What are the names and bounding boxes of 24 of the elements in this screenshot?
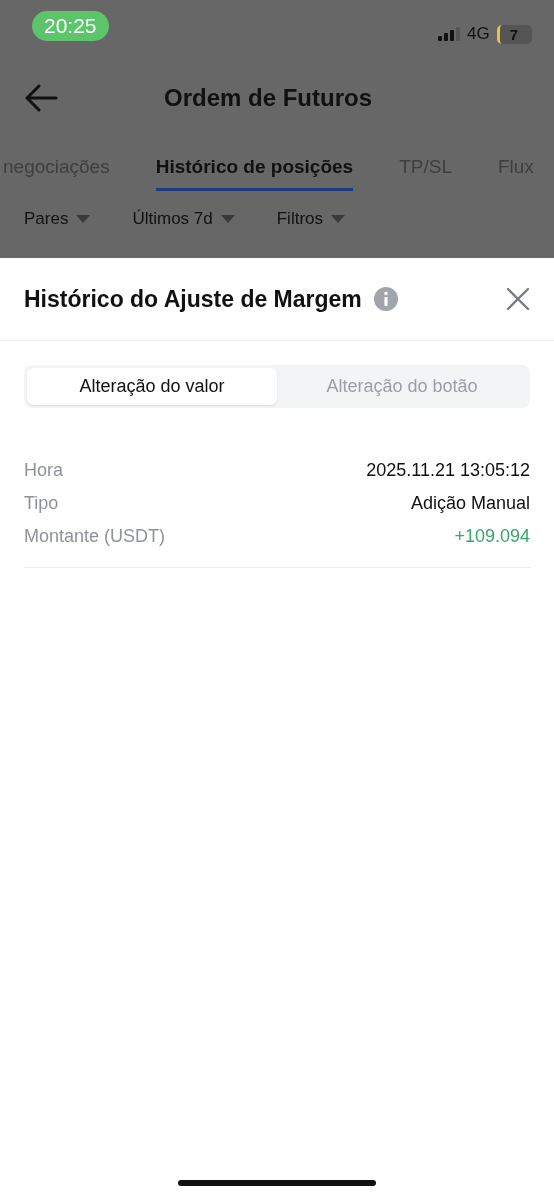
field-label: Hora xyxy=(24,460,63,481)
filter-dropdown[interactable]: Pares xyxy=(24,209,91,229)
caret-icon xyxy=(220,215,235,223)
sheet-title: Histórico do Ajuste de Margem xyxy=(24,285,362,313)
field-value: Adição Manual xyxy=(410,493,530,514)
caret-icon xyxy=(331,215,345,223)
battery-indicator: 7 xyxy=(496,24,532,44)
info-icon[interactable] xyxy=(373,287,398,311)
field-label: Tipo xyxy=(24,493,59,514)
close-icon[interactable] xyxy=(506,287,530,311)
network-label: 4G xyxy=(466,24,490,44)
caret-icon xyxy=(76,215,91,223)
field-label: Montante (USDT) xyxy=(24,526,166,547)
back-arrow-icon[interactable] xyxy=(24,83,58,112)
filter-dropdown[interactable]: Últimos 7d xyxy=(132,209,235,229)
field-value: 2025.11.21 13:05:12 xyxy=(366,460,530,481)
tab[interactable]: Histórico de posições xyxy=(155,143,354,191)
segment-tab[interactable]: Alteração do valor xyxy=(27,368,277,405)
filter-dropdown[interactable]: Filtros xyxy=(276,209,345,229)
page-title: Ordem de Futuros xyxy=(164,83,373,112)
signal-icon xyxy=(437,27,460,41)
segment-tab[interactable]: Alteração do botão xyxy=(277,368,527,405)
clock-pill: 20:25 xyxy=(32,11,109,41)
field-value: +109.094 xyxy=(454,526,530,547)
